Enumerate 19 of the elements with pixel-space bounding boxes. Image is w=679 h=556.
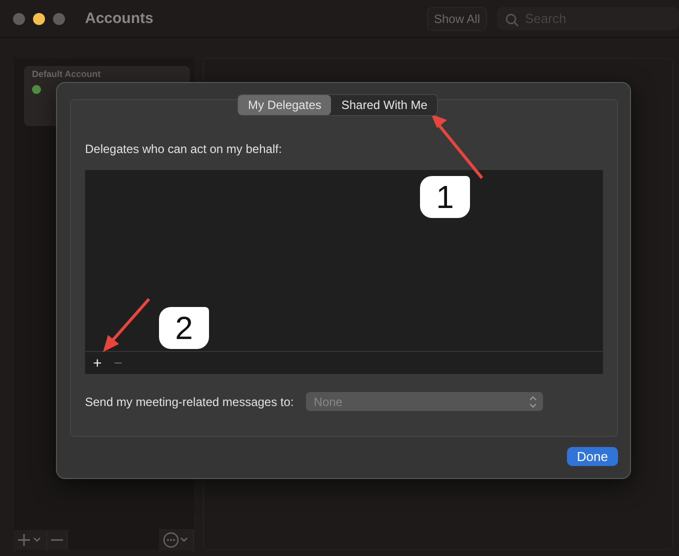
account-group-title: Default Account [32,69,102,79]
window-control-icon[interactable] [33,12,45,24]
done-button[interactable]: Done [566,447,618,466]
remove-account-button[interactable] [47,530,68,550]
callout-badge: 1 [420,176,470,218]
callout-badge: 2 [159,307,209,349]
list-label: Delegates who can act on my behalf: [85,142,283,156]
add-account-button[interactable] [14,530,47,550]
more-options-button[interactable] [159,529,194,551]
plus-icon [18,533,42,547]
segment-tab[interactable]: My Delegates [238,95,332,115]
segment-tab[interactable]: Shared With Me [331,95,438,115]
show-all-button[interactable]: Show All [426,6,487,30]
stepper-chevron-icon [528,396,537,408]
annotation-arrow [100,297,152,353]
ellipsis-circle-icon [163,532,189,548]
list-edit-button[interactable]: + [89,354,106,372]
window-title: Accounts [85,10,154,27]
send-label: Send my meeting-related messages to: [85,394,294,408]
